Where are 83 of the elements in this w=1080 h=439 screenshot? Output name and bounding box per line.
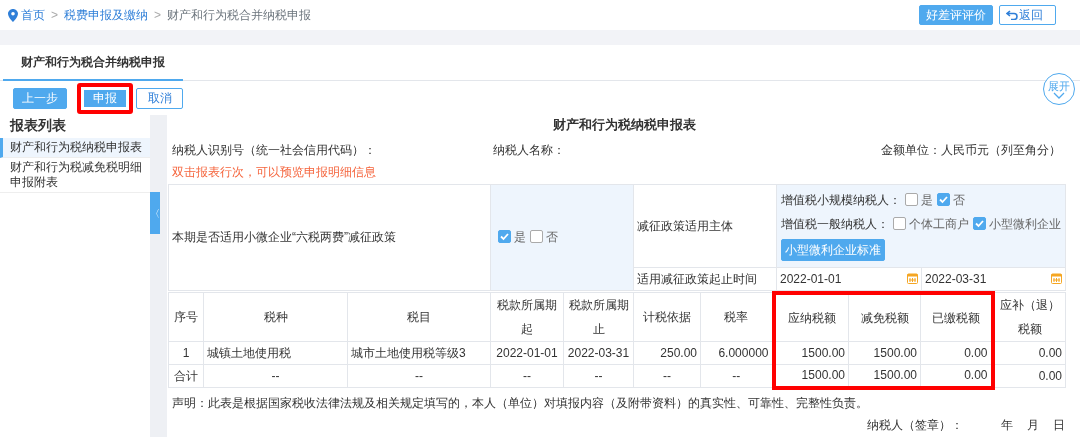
column-header: 序号 bbox=[174, 310, 198, 324]
column-header: 税种 bbox=[263, 310, 288, 324]
sidebar-item[interactable]: 财产和行为税纳税申报表 bbox=[0, 138, 150, 158]
table-cell: -- bbox=[271, 369, 280, 383]
table-cell: 1500.00 bbox=[873, 368, 917, 383]
breadcrumb-separator: > bbox=[51, 7, 58, 24]
breadcrumb-current: 财产和行为税合并纳税申报 bbox=[167, 7, 312, 24]
table-cell: 1500.00 bbox=[801, 368, 845, 383]
date-value: 2022-01-01 bbox=[780, 270, 842, 288]
calendar-icon[interactable] bbox=[1051, 273, 1062, 284]
table-cell: 0.00 bbox=[964, 346, 988, 360]
table-cell: -- bbox=[663, 369, 671, 383]
signature-label: 纳税人（签章）： bbox=[867, 416, 963, 434]
collapse-handle[interactable]: 〈 bbox=[150, 192, 160, 234]
table-cell: 2022-01-01 bbox=[496, 346, 558, 360]
form-title: 财产和行为税纳税申报表 bbox=[551, 116, 697, 134]
taxpayer-id-label: 纳税人识别号（统一社会信用代码）： bbox=[172, 141, 377, 159]
column-header: 税率 bbox=[724, 310, 749, 324]
chevron-down-icon bbox=[1053, 91, 1065, 99]
checkbox[interactable] bbox=[937, 192, 950, 206]
column-header: 税款所属期止 bbox=[568, 298, 629, 336]
column-header: 应纳税额 bbox=[787, 310, 836, 325]
field-label: 增值税小规模纳税人： bbox=[781, 192, 901, 207]
action-button[interactable]: 上一步 bbox=[13, 87, 67, 109]
calendar-icon[interactable] bbox=[907, 273, 918, 284]
location-pin-icon bbox=[8, 8, 18, 22]
hint-text: 双击报表行次，可以预览申报明细信息 bbox=[171, 163, 377, 181]
table-cell: 1500.00 bbox=[873, 346, 917, 360]
date-value: 2022-03-31 bbox=[925, 270, 987, 288]
column-header: 已缴税额 bbox=[931, 310, 980, 325]
table-cell: -- bbox=[415, 369, 423, 383]
breadcrumb-link[interactable]: 首页 bbox=[21, 6, 45, 24]
table-cell: 1 bbox=[182, 346, 190, 360]
checkbox[interactable] bbox=[893, 216, 906, 230]
date-unit: 日 bbox=[1053, 416, 1065, 434]
table-cell: 0.00 bbox=[964, 368, 988, 383]
column-header: 税款所属期起 bbox=[497, 298, 557, 336]
amount-unit: 金额单位：人民币元（列至角分） bbox=[881, 141, 1061, 159]
table-cell: 城镇土地使用税 bbox=[207, 346, 291, 360]
rating-button[interactable]: 好差评评价 bbox=[919, 5, 993, 25]
column-header: 应补（退）税额 bbox=[999, 298, 1060, 336]
table-cell: 0.00 bbox=[1038, 346, 1062, 360]
return-icon bbox=[1006, 10, 1018, 20]
breadcrumb-separator: > bbox=[154, 7, 162, 24]
date-unit: 月 bbox=[1027, 416, 1039, 434]
period-label: 适用减征政策起止时间 bbox=[637, 271, 757, 286]
policy-subject-label: 减征政策适用主体 bbox=[637, 218, 733, 233]
expand-button[interactable]: 展开 bbox=[1043, 73, 1075, 105]
table-cell: 6.000000 bbox=[718, 346, 769, 360]
date-unit: 年 bbox=[1001, 416, 1013, 434]
table-cell: -- bbox=[732, 369, 741, 383]
column-header: 计税依据 bbox=[643, 310, 691, 324]
column-header: 税目 bbox=[407, 310, 431, 324]
checkbox[interactable] bbox=[905, 192, 918, 206]
breadcrumb-link[interactable]: 税费申报及缴纳 bbox=[64, 6, 148, 24]
table-cell: -- bbox=[594, 369, 603, 383]
table-cell: 250.00 bbox=[660, 346, 697, 360]
table-cell: 0.00 bbox=[1038, 369, 1062, 383]
declaration-text: 声明：此表是根据国家税收法律法规及相关规定填写的，本人（单位）对填报内容（及附带资料）的真实性、可靠性、完整性负责。 bbox=[171, 394, 869, 412]
checkbox-label: 否 bbox=[953, 192, 965, 207]
checkbox[interactable] bbox=[530, 230, 543, 243]
table-cell: -- bbox=[523, 369, 531, 383]
table-cell: 合计 bbox=[174, 369, 198, 383]
table-cell: 城市土地使用税等级3 bbox=[351, 346, 466, 360]
tab[interactable]: 财产和行为税合并纳税申报 bbox=[3, 45, 183, 81]
action-button[interactable]: 取消 bbox=[136, 87, 183, 109]
standard-button[interactable]: 小型微利企业标准 bbox=[781, 238, 885, 261]
back-button[interactable]: 返回 bbox=[999, 5, 1056, 25]
taxpayer-name-label: 纳税人名称： bbox=[493, 141, 565, 159]
sidebar-title: 报表列表 bbox=[8, 116, 67, 135]
table-cell: 2022-03-31 bbox=[567, 346, 630, 360]
column-header: 减免税额 bbox=[860, 310, 909, 325]
action-button[interactable]: 申报 bbox=[77, 82, 133, 114]
checkbox-label: 是 bbox=[514, 230, 526, 244]
field-label: 增值税一般纳税人： bbox=[781, 216, 889, 231]
policy-question: 本期是否适用小微企业“六税两费”减征政策 bbox=[172, 230, 396, 244]
checkbox-label: 是 bbox=[921, 192, 933, 207]
checkbox-label: 个体工商户 bbox=[909, 216, 969, 231]
checkbox[interactable] bbox=[498, 230, 511, 243]
checkbox[interactable] bbox=[973, 216, 986, 230]
table-cell: 1500.00 bbox=[801, 346, 845, 360]
checkbox-label: 小型微利企业 bbox=[989, 216, 1061, 231]
checkbox-label: 否 bbox=[546, 230, 558, 244]
